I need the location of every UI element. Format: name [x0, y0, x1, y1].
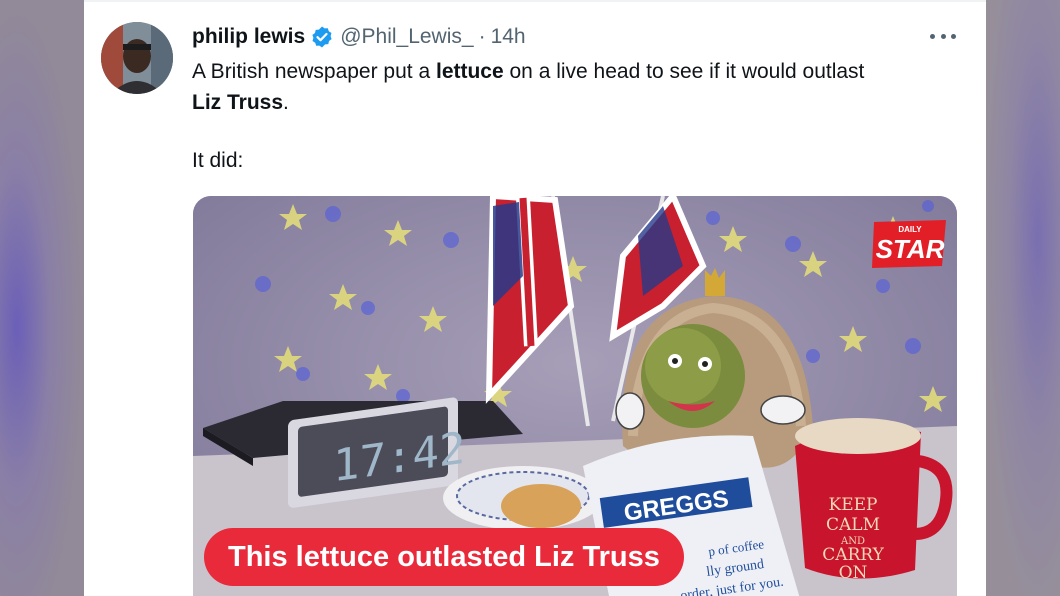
- daily-star-logo: DAILY STAR: [872, 220, 946, 268]
- tweet-text-line-1: A British newspaper put a lettuce on a l…: [192, 60, 865, 83]
- mug-line-2: CALM: [826, 515, 880, 535]
- card-divider: [84, 0, 986, 2]
- mug-line-4: CARRY: [822, 545, 884, 565]
- tweet-timestamp[interactable]: 14h: [491, 25, 526, 49]
- tweet-card[interactable]: philip lewis @Phil_Lewis_ · 14h A Britis…: [84, 0, 986, 596]
- author-handle[interactable]: @Phil_Lewis_: [340, 25, 473, 49]
- author-name[interactable]: philip lewis: [192, 25, 305, 49]
- video-caption: This lettuce outlasted Liz Truss: [204, 528, 684, 586]
- verified-badge-icon: [310, 25, 334, 49]
- avatar[interactable]: [101, 22, 173, 94]
- tweet-text: A British newspaper put a lettuce on a l…: [192, 56, 952, 176]
- background-blur-right: [986, 0, 1060, 596]
- separator-dot: ·: [478, 25, 486, 48]
- mug-line-1: KEEP: [829, 495, 878, 515]
- svg-text:DAILY: DAILY: [898, 225, 922, 234]
- tweet-video[interactable]: 17:42 GREGGS p of coffee lly ground orde…: [193, 196, 957, 596]
- background-blur-left: [0, 0, 84, 596]
- mug-line-5: ON: [839, 563, 868, 583]
- more-options-icon[interactable]: [930, 26, 956, 46]
- tweet-header: philip lewis @Phil_Lewis_ · 14h: [192, 24, 526, 50]
- svg-text:STAR: STAR: [876, 234, 945, 264]
- tweet-text-line-2: Liz Truss.: [192, 91, 289, 114]
- tweet-text-line-3: It did:: [192, 149, 244, 172]
